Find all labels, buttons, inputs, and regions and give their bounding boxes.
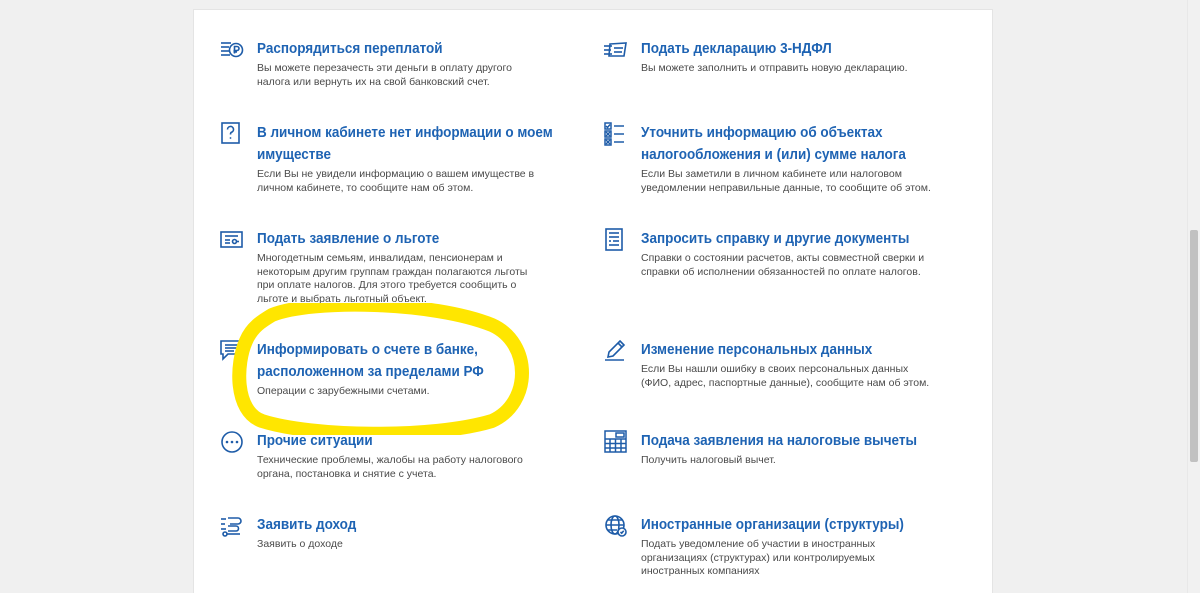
item-description: Если Вы нашли ошибку в своих персональны… [641, 363, 930, 389]
calculator-icon [604, 430, 628, 454]
item-description: Вы можете перезачесть эти деньги в оплат… [257, 62, 512, 88]
document-icon [604, 228, 628, 252]
item-title[interactable]: Подача заявления на налоговые вычеты [641, 430, 917, 452]
item-title-line-1[interactable]: В личном кабинете нет информации о моем [257, 122, 553, 144]
question-icon [220, 122, 244, 146]
message-icon [220, 339, 244, 363]
item-title[interactable]: Прочие ситуации [257, 430, 529, 452]
item-declare-income[interactable]: Заявить доход Заявить о доходе [220, 514, 550, 552]
more-icon [220, 430, 244, 454]
item-declaration[interactable]: Подать декларацию 3-НДФЛ Вы можете запол… [604, 38, 934, 76]
item-title-line-2[interactable]: имуществе [257, 144, 529, 166]
benefit-icon [220, 228, 244, 252]
item-title-line-2[interactable]: налогообложения и (или) сумме налога [641, 144, 913, 166]
declaration-icon [604, 38, 628, 62]
item-clarify-tax[interactable]: Уточнить информацию об объектах налогооб… [604, 122, 934, 195]
item-description: Многодетным семьям, инвалидам, пенсионер… [257, 252, 528, 305]
checklist-icon [604, 122, 628, 146]
item-foreign-bank-account[interactable]: Информировать о счете в банке, расположе… [220, 339, 550, 399]
item-title-line-2[interactable]: расположенном за пределами РФ [257, 361, 529, 383]
item-foreign-organizations[interactable]: Иностранные организации (структуры) Пода… [604, 514, 934, 579]
item-title-line-1[interactable]: Уточнить информацию об объектах [641, 122, 913, 144]
item-overpayment[interactable]: Распорядиться переплатой Вы можете перез… [220, 38, 550, 89]
item-description: Технические проблемы, жалобы на работу н… [257, 454, 523, 480]
scrollbar-thumb[interactable] [1190, 230, 1198, 462]
item-title-line-1[interactable]: Информировать о счете в банке, [257, 339, 529, 361]
item-title[interactable]: Подать заявление о льготе [257, 228, 529, 250]
income-icon [220, 514, 244, 538]
item-description: Если Вы не увидели информацию о вашем им… [257, 168, 535, 194]
globe-icon [604, 514, 628, 538]
item-title[interactable]: Заявить доход [257, 514, 529, 536]
item-description: Вы можете заполнить и отправить новую де… [641, 62, 908, 74]
item-title[interactable]: Распорядиться переплатой [257, 38, 529, 60]
item-other-situations[interactable]: Прочие ситуации Технические проблемы, жа… [220, 430, 550, 481]
item-description: Если Вы заметили в личном кабинете или н… [641, 168, 931, 194]
item-request-documents[interactable]: Запросить справку и другие документы Спр… [604, 228, 934, 279]
page: Распорядиться переплатой Вы можете перез… [0, 0, 1200, 593]
pencil-icon [604, 339, 628, 363]
item-title[interactable]: Изменение персональных данных [641, 339, 913, 361]
item-description: Операции с зарубежными счетами. [257, 385, 430, 397]
item-title[interactable]: Иностранные организации (структуры) [641, 514, 913, 536]
item-personal-data[interactable]: Изменение персональных данных Если Вы на… [604, 339, 934, 390]
item-description: Справки о состоянии расчетов, акты совме… [641, 252, 925, 278]
scrollbar[interactable] [1187, 0, 1200, 593]
item-title[interactable]: Запросить справку и другие документы [641, 228, 913, 250]
item-description: Подать уведомление об участии в иностран… [641, 538, 876, 577]
item-description: Заявить о доходе [257, 538, 343, 550]
item-property-info[interactable]: В личном кабинете нет информации о моем … [220, 122, 553, 195]
overpayment-icon [220, 38, 244, 62]
item-description: Получить налоговый вычет. [641, 454, 776, 466]
item-benefit[interactable]: Подать заявление о льготе Многодетным се… [220, 228, 550, 306]
item-tax-deductions[interactable]: Подача заявления на налоговые вычеты Пол… [604, 430, 934, 468]
item-title[interactable]: Подать декларацию 3-НДФЛ [641, 38, 913, 60]
